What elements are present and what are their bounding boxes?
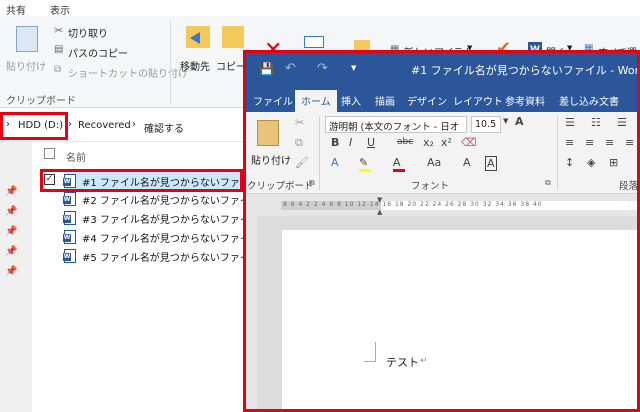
file-name: #2 ファイル名が見つからないファイル <box>82 196 260 207</box>
select-all-checkbox[interactable] <box>44 148 55 159</box>
pin-icon[interactable]: 📌 <box>5 206 17 217</box>
word-file-icon <box>63 230 76 244</box>
file-row[interactable]: #2 ファイル名が見つからないファイル <box>63 190 260 208</box>
breadcrumb-chevron-icon: › <box>68 119 72 130</box>
copy-path-icon: ▤ <box>54 44 64 55</box>
move-to-button[interactable]: 移動先 <box>180 58 210 73</box>
navigation-pane: 📌 📌 📌 📌 📌 <box>0 142 32 412</box>
word-file-icon <box>63 192 76 206</box>
pin-icon[interactable]: 📌 <box>5 246 17 257</box>
file-name: #4 ファイル名が見つからないファイル <box>82 234 260 245</box>
word-file-icon <box>63 249 76 263</box>
tab-view[interactable]: 表示 <box>50 2 70 17</box>
file-row[interactable]: #4 ファイル名が見つからないファイル <box>63 228 260 246</box>
breadcrumb-confirm[interactable]: 確認する <box>144 120 184 135</box>
arrow-left-icon <box>190 32 200 44</box>
file-name: #3 ファイル名が見つからないファイル <box>82 215 260 226</box>
shortcut-icon: ⧉ <box>54 64 62 75</box>
clipboard-icon <box>16 26 38 52</box>
clipboard-group-label: クリップボード <box>6 96 76 107</box>
pin-icon[interactable]: 📌 <box>5 266 17 277</box>
file-row[interactable]: #3 ファイル名が見つからないファイル <box>63 209 260 227</box>
column-header-name[interactable]: 名前 <box>66 149 86 164</box>
highlight-file-box <box>40 169 243 192</box>
paste-button[interactable]: 貼り付け <box>6 58 46 73</box>
explorer-ribbon-tabs: 共有 表示 <box>0 0 640 17</box>
tab-share[interactable]: 共有 <box>6 2 26 17</box>
word-file-icon <box>63 211 76 225</box>
file-name: #5 ファイル名が見つからないファイル <box>82 253 260 264</box>
pin-icon[interactable]: 📌 <box>5 186 17 197</box>
folder-copy-icon <box>222 26 244 48</box>
cut-button[interactable]: 切り取り <box>68 25 108 40</box>
pin-icon[interactable]: 📌 <box>5 226 17 237</box>
copy-path-button[interactable]: パスのコピー <box>68 45 128 60</box>
breadcrumb-recovered[interactable]: Recovered <box>78 120 131 131</box>
group-divider <box>170 20 171 104</box>
rename-icon[interactable] <box>304 36 324 48</box>
copy-to-button[interactable]: コピー <box>216 58 246 73</box>
highlight-drive-box <box>0 112 68 140</box>
scissors-icon: ✂ <box>54 24 64 37</box>
file-row[interactable]: #5 ファイル名が見つからないファイル <box>63 247 260 265</box>
breadcrumb-chevron-icon: › <box>132 119 136 130</box>
highlight-word-box <box>243 50 640 412</box>
